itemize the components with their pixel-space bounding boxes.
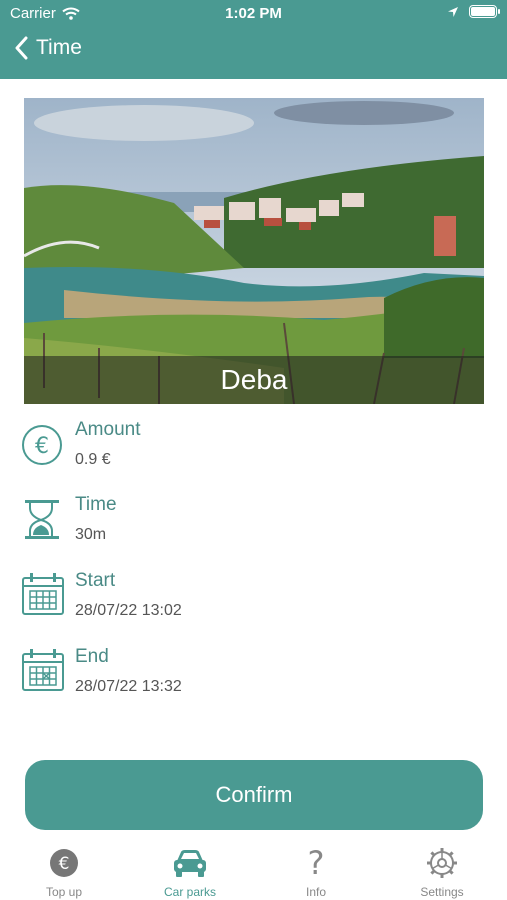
- time-row: Time 30m: [22, 494, 482, 558]
- back-button[interactable]: Time: [14, 36, 82, 60]
- page-title: Time: [36, 36, 82, 59]
- amount-label: Amount: [75, 419, 141, 440]
- end-row: End 28/07/22 13:32: [22, 646, 482, 710]
- svg-text:€: €: [35, 434, 49, 459]
- location-photo: Deba: [24, 98, 484, 404]
- end-value: 28/07/22 13:32: [75, 678, 182, 695]
- chevron-left-icon: [15, 36, 28, 60]
- location-arrow-icon: [448, 6, 458, 17]
- calendar-end-icon: [22, 649, 64, 691]
- tab-info-label: Info: [305, 885, 326, 899]
- tab-car-parks[interactable]: Car parks: [127, 846, 253, 899]
- tab-info[interactable]: ? Info: [253, 846, 379, 899]
- tab-bar: € Top up Car parks ? Info Settings: [0, 840, 507, 900]
- euro-coin-icon: €: [50, 849, 78, 877]
- battery-icon: [469, 5, 500, 18]
- gear-icon: [427, 848, 457, 878]
- start-label: Start: [75, 570, 116, 591]
- euro-icon: €: [22, 425, 62, 465]
- hourglass-icon: [25, 500, 59, 539]
- tab-settings-label: Settings: [420, 885, 464, 899]
- tab-top-up-label: Top up: [45, 885, 83, 899]
- start-value: 28/07/22 13:02: [75, 602, 182, 619]
- app-header: Carrier 1:02 PM Time: [0, 0, 507, 79]
- amount-value: 0.9 €: [75, 451, 111, 468]
- status-time: 1:02 PM: [225, 5, 282, 22]
- status-bar: Carrier 1:02 PM: [0, 0, 507, 28]
- question-icon: ?: [308, 846, 325, 880]
- time-label: Time: [75, 494, 117, 515]
- car-icon: [174, 850, 206, 877]
- tab-top-up[interactable]: € Top up: [1, 846, 127, 899]
- photo-caption: Deba: [24, 356, 484, 404]
- tab-settings[interactable]: Settings: [379, 846, 505, 899]
- svg-text:?: ?: [308, 846, 325, 880]
- amount-row: € Amount 0.9 €: [22, 419, 482, 483]
- svg-text:€: €: [59, 854, 70, 874]
- status-right: [447, 5, 500, 18]
- tab-car-parks-label: Car parks: [163, 885, 216, 899]
- confirm-button[interactable]: Confirm: [25, 760, 483, 830]
- calendar-icon: [22, 573, 64, 615]
- start-row: Start 28/07/22 13:02: [22, 570, 482, 634]
- time-value: 30m: [75, 526, 107, 543]
- end-label: End: [75, 646, 109, 667]
